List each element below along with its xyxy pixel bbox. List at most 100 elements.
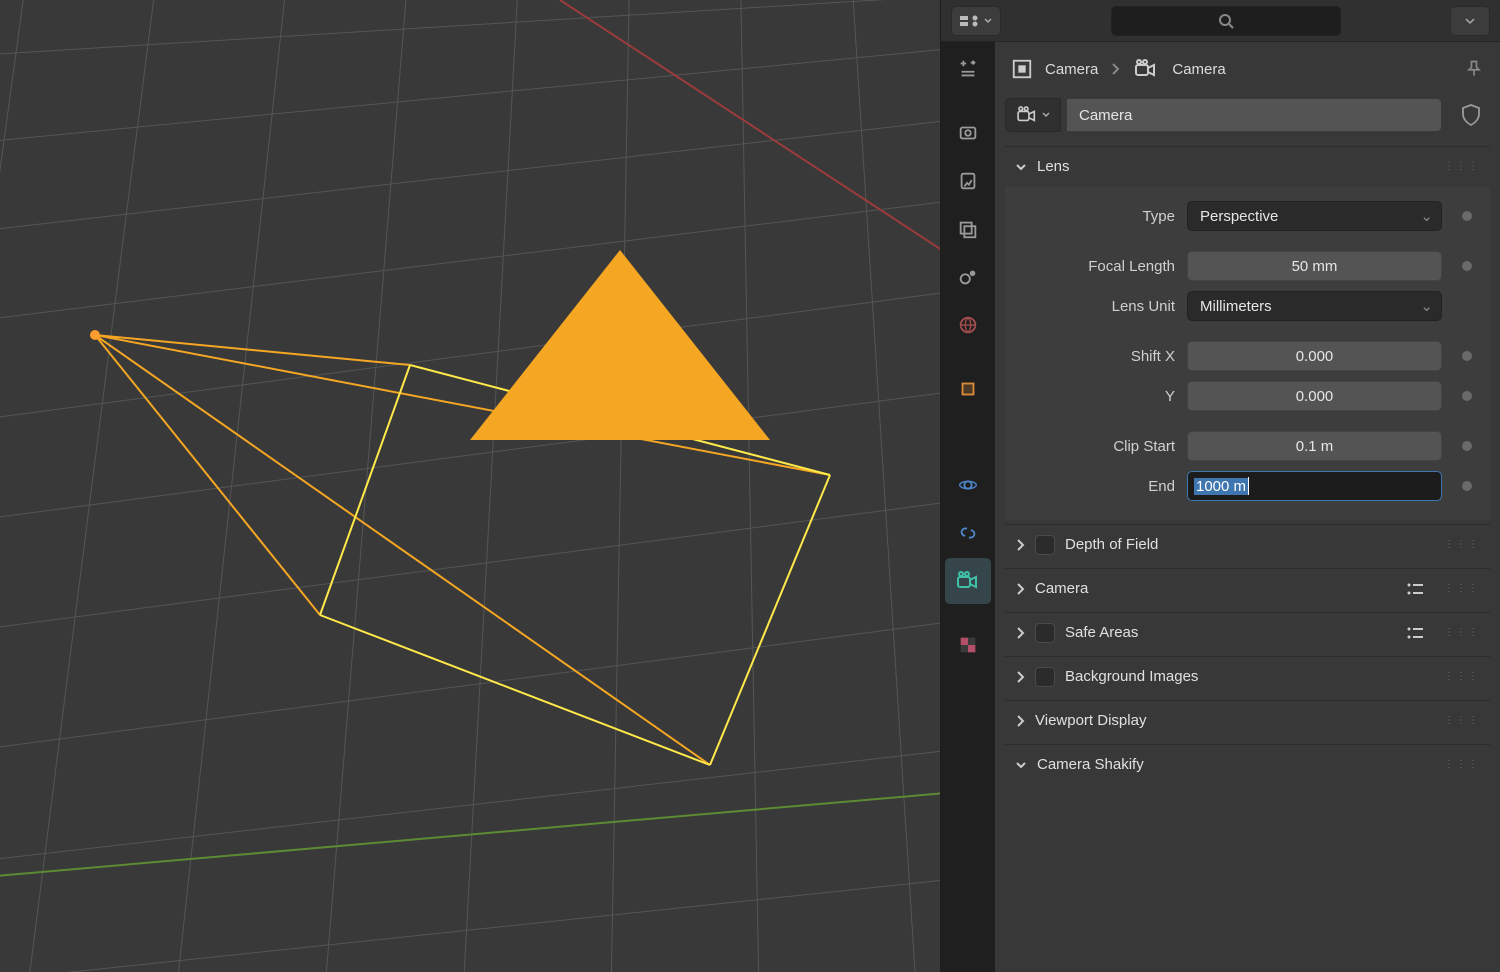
field-clip-start-value: 0.1 m [1296,438,1334,455]
breadcrumb-object-icon [1011,58,1033,80]
panel-lens: Lens ⋮⋮⋮ Type Perspective ⌄ Focal Len [1005,146,1490,520]
field-lens-unit[interactable]: Millimeters ⌄ [1187,291,1442,321]
presets-icon[interactable] [1406,582,1424,596]
drag-handle-icon[interactable]: ⋮⋮⋮ [1444,583,1480,594]
anim-dot[interactable] [1462,441,1472,451]
tab-output[interactable] [945,158,991,204]
datablock-browse[interactable] [1005,98,1061,132]
safe-enable-checkbox[interactable] [1035,623,1055,643]
field-shift-x-value: 0.000 [1296,348,1334,365]
field-clip-start[interactable]: 0.1 m [1187,431,1442,461]
field-camera-type-value: Perspective [1200,208,1278,225]
properties-panels: Camera Camera Camera [995,42,1500,972]
tab-data-camera[interactable] [945,558,991,604]
panel-shakify-title: Camera Shakify [1037,756,1144,773]
panel-shakify-header[interactable]: Camera Shakify ⋮⋮⋮ [1005,744,1490,784]
panel-camera: Camera ⋮⋮⋮ [1005,568,1490,608]
datablock-name-field[interactable]: Camera [1067,98,1442,132]
label-type: Type [1015,208,1175,225]
presets-icon[interactable] [1406,626,1424,640]
tab-object[interactable] [945,366,991,412]
breadcrumb: Camera Camera [1005,48,1490,98]
chevron-down-icon [1015,161,1027,173]
panel-viewport-header[interactable]: Viewport Display ⋮⋮⋮ [1005,700,1490,740]
breadcrumb-object[interactable]: Camera [1045,61,1098,78]
anim-dot[interactable] [1462,261,1472,271]
tab-physics[interactable] [945,462,991,508]
fake-user-toggle[interactable] [1452,98,1490,132]
label-focal-length: Focal Length [1015,258,1175,275]
panel-lens-header[interactable]: Lens ⋮⋮⋮ [1005,146,1490,186]
datablock-selector-row: Camera [1005,98,1490,132]
panel-dof-header[interactable]: Depth of Field ⋮⋮⋮ [1005,524,1490,564]
panel-bg-header[interactable]: Background Images ⋮⋮⋮ [1005,656,1490,696]
panel-viewport-title: Viewport Display [1035,712,1146,729]
bg-enable-checkbox[interactable] [1035,667,1055,687]
field-clip-end-value: 1000 m [1194,478,1248,495]
properties-search[interactable] [1111,6,1341,36]
dof-enable-checkbox[interactable] [1035,535,1055,555]
field-focal-length-value: 50 mm [1292,258,1338,275]
field-lens-unit-value: Millimeters [1200,298,1272,315]
chevron-down-icon [1015,759,1027,771]
panel-camera-title: Camera [1035,580,1088,597]
datablock-name-text: Camera [1079,107,1132,124]
label-clip-start: Clip Start [1015,438,1175,455]
tab-texture[interactable] [945,622,991,668]
tab-constraints[interactable] [945,510,991,556]
chevron-down-icon: ⌄ [1420,297,1433,315]
properties-header [941,0,1500,42]
field-camera-type[interactable]: Perspective ⌄ [1187,201,1442,231]
drag-handle-icon[interactable]: ⋮⋮⋮ [1444,627,1480,638]
tab-tool[interactable] [945,46,991,92]
chevron-right-icon [1015,539,1025,551]
breadcrumb-data-icon [1134,59,1160,79]
properties-editor: Camera Camera Camera [940,0,1500,972]
tab-render[interactable] [945,110,991,156]
panel-background-images: Background Images ⋮⋮⋮ [1005,656,1490,696]
anim-dot[interactable] [1462,481,1472,491]
label-shift-y: Y [1015,388,1175,405]
field-shift-y[interactable]: 0.000 [1187,381,1442,411]
properties-tabs [941,42,995,972]
drag-handle-icon[interactable]: ⋮⋮⋮ [1444,539,1480,550]
panel-safe-areas: Safe Areas ⋮⋮⋮ [1005,612,1490,652]
chevron-right-icon [1015,583,1025,595]
anim-dot[interactable] [1462,391,1472,401]
panel-safe-title: Safe Areas [1065,624,1138,641]
drag-handle-icon[interactable]: ⋮⋮⋮ [1444,715,1480,726]
properties-options[interactable] [1450,6,1490,36]
field-shift-x[interactable]: 0.000 [1187,341,1442,371]
drag-handle-icon[interactable]: ⋮⋮⋮ [1444,161,1480,172]
tab-viewlayer[interactable] [945,206,991,252]
label-lens-unit: Lens Unit [1015,298,1175,315]
chevron-right-icon [1110,63,1122,75]
tab-scene[interactable] [945,254,991,300]
breadcrumb-data[interactable]: Camera [1172,61,1225,78]
panel-camera-shakify: Camera Shakify ⋮⋮⋮ [1005,744,1490,784]
panel-camera-header[interactable]: Camera ⋮⋮⋮ [1005,568,1490,608]
anim-dot[interactable] [1462,211,1472,221]
editor-type-selector[interactable] [951,6,1001,36]
chevron-right-icon [1015,715,1025,727]
panel-bg-title: Background Images [1065,668,1198,685]
drag-handle-icon[interactable]: ⋮⋮⋮ [1444,671,1480,682]
field-focal-length[interactable]: 50 mm [1187,251,1442,281]
panel-dof-title: Depth of Field [1065,536,1158,553]
tab-world[interactable] [945,302,991,348]
pin-icon[interactable] [1464,59,1484,79]
label-clip-end: End [1015,478,1175,495]
chevron-down-icon: ⌄ [1420,207,1433,225]
field-shift-y-value: 0.000 [1296,388,1334,405]
viewport-3d[interactable] [0,0,940,972]
anim-dot[interactable] [1462,351,1472,361]
chevron-right-icon [1015,671,1025,683]
label-shift-x: Shift X [1015,348,1175,365]
search-icon [1217,12,1235,30]
drag-handle-icon[interactable]: ⋮⋮⋮ [1444,759,1480,770]
panel-depth-of-field: Depth of Field ⋮⋮⋮ [1005,524,1490,564]
field-clip-end[interactable]: 1000 m [1187,471,1442,501]
panel-lens-title: Lens [1037,158,1070,175]
panel-viewport-display: Viewport Display ⋮⋮⋮ [1005,700,1490,740]
panel-safe-header[interactable]: Safe Areas ⋮⋮⋮ [1005,612,1490,652]
